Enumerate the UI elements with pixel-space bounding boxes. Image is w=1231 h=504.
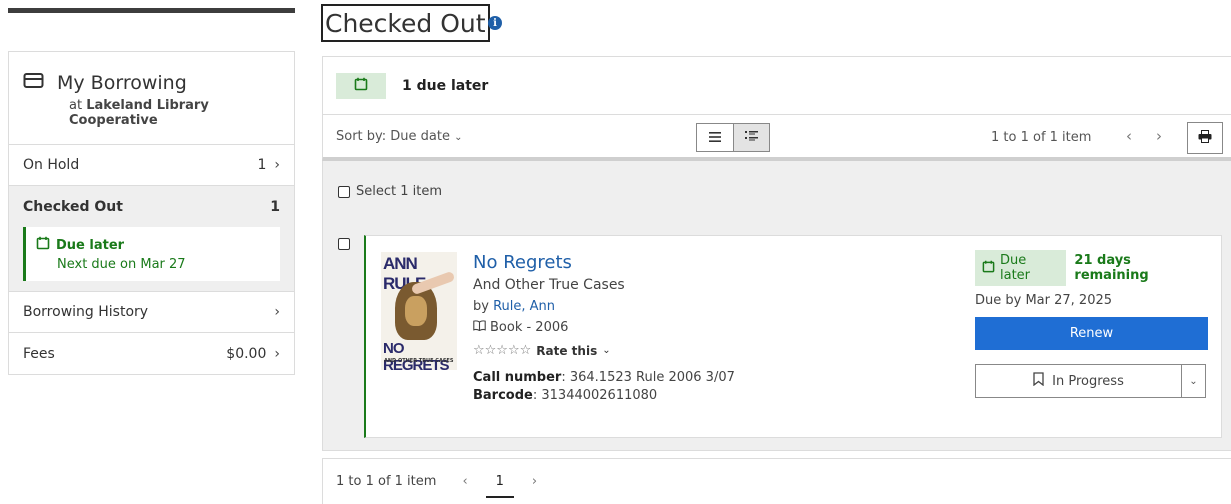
author-link[interactable]: Rule, Ann	[493, 299, 555, 314]
sidebar: My Borrowing at Lakeland Library Coopera…	[8, 51, 295, 375]
due-later-count: 1 due later	[402, 77, 489, 94]
item-author: by Rule, Ann	[473, 299, 556, 314]
barcode: Barcode: 31344002611080	[473, 388, 658, 403]
print-button[interactable]	[1187, 122, 1223, 154]
sidebar-top-rule	[8, 8, 295, 13]
due-summary-bar: 1 due later	[322, 56, 1231, 115]
sidebar-title: My Borrowing	[57, 72, 187, 94]
chevron-down-icon: ⌄	[602, 345, 611, 356]
due-later-chip[interactable]	[336, 72, 386, 99]
in-progress-button[interactable]: In Progress	[976, 365, 1181, 397]
page-1-button[interactable]: 1	[485, 474, 515, 498]
sidebar-item-checked-out[interactable]: Checked Out 1	[9, 186, 294, 227]
sidebar-item-fees[interactable]: Fees $0.00 ›	[9, 333, 294, 374]
printer-icon	[1198, 129, 1212, 147]
page-title: Checked Out	[325, 8, 486, 38]
item-subtitle: And Other True Cases	[473, 277, 625, 293]
book-cover[interactable]: ANN RULE NO REGRETS AND OTHER TRUE CASES	[381, 252, 457, 370]
sidebar-due-later[interactable]: Due later Next due on Mar 27	[23, 227, 280, 281]
shelf-button-group: In Progress ⌄	[975, 364, 1206, 398]
sidebar-header: My Borrowing at Lakeland Library Coopera…	[9, 52, 294, 145]
book-icon	[473, 320, 486, 335]
page-title-box: Checked Out	[321, 4, 490, 42]
next-page-icon[interactable]: ›	[532, 474, 537, 489]
footer-range: 1 to 1 of 1 item	[336, 474, 437, 489]
chevron-right-icon: ›	[274, 157, 280, 173]
bookmark-icon	[1033, 372, 1044, 390]
item-title-link[interactable]: No Regrets	[473, 252, 735, 273]
result-range: 1 to 1 of 1 item	[991, 130, 1092, 145]
list-icon	[709, 130, 721, 146]
view-toggle	[696, 123, 770, 152]
calendar-icon	[36, 236, 50, 254]
library-name: Lakeland Library Cooperative	[69, 98, 209, 128]
item-checkbox[interactable]	[338, 238, 350, 250]
chevron-down-icon: ⌄	[1189, 375, 1198, 387]
select-all[interactable]: Select 1 item	[338, 184, 442, 199]
sort-dropdown[interactable]: Sort by: Due date ⌄	[336, 129, 463, 144]
select-all-checkbox[interactable]	[338, 185, 350, 198]
top-pager: ‹ ›	[1126, 127, 1162, 145]
sidebar-item-borrowing-history[interactable]: Borrowing History ›	[9, 292, 294, 333]
days-remaining: 21 days remaining	[1074, 253, 1149, 283]
item-status: Due later 21 days remaining Due by Mar 2…	[975, 250, 1208, 398]
list-view-button[interactable]	[697, 124, 733, 151]
detail-view-button[interactable]	[733, 124, 769, 151]
chevron-down-icon: ⌄	[454, 131, 463, 143]
next-page-icon[interactable]: ›	[1156, 127, 1162, 145]
library-line: at Lakeland Library Cooperative	[69, 98, 209, 128]
star-rating-icon[interactable]: ☆☆☆☆☆	[473, 343, 531, 358]
chevron-right-icon: ›	[274, 345, 280, 362]
due-status-chip: Due later	[975, 250, 1067, 286]
list-toolbar: Sort by: Due date ⌄ 1 to 1 of 1 item ‹ ›	[322, 115, 1231, 161]
item-info: No Regrets And Other True Cases by Rule,…	[473, 252, 735, 403]
checkout-list: Select 1 item ANN RULE NO REGRETS AND OT…	[322, 161, 1231, 451]
calendar-icon	[354, 77, 368, 95]
renew-button[interactable]: Renew	[975, 317, 1208, 350]
chevron-right-icon: ›	[274, 304, 280, 320]
info-icon[interactable]: i	[488, 16, 502, 30]
card-icon	[23, 72, 45, 94]
call-number: Call number: 364.1523 Rule 2006 3/07	[473, 370, 735, 385]
calendar-icon	[982, 260, 995, 277]
main-content: 1 due later Sort by: Due date ⌄ 1 to 1 o…	[322, 56, 1231, 451]
prev-page-icon[interactable]: ‹	[1126, 127, 1132, 145]
checkout-item-card: ANN RULE NO REGRETS AND OTHER TRUE CASES…	[364, 235, 1222, 438]
due-date: Due by Mar 27, 2025	[975, 293, 1113, 308]
prev-page-icon[interactable]: ‹	[462, 474, 467, 489]
item-format: Book - 2006	[473, 320, 735, 335]
bottom-pager: 1 to 1 of 1 item ‹ 1 ›	[322, 458, 1231, 504]
shelf-dropdown-button[interactable]: ⌄	[1181, 365, 1205, 397]
detail-list-icon	[745, 130, 758, 146]
rating-control[interactable]: ☆☆☆☆☆ Rate this ⌄	[473, 343, 735, 358]
sidebar-item-on-hold[interactable]: On Hold 1 ›	[9, 145, 294, 186]
